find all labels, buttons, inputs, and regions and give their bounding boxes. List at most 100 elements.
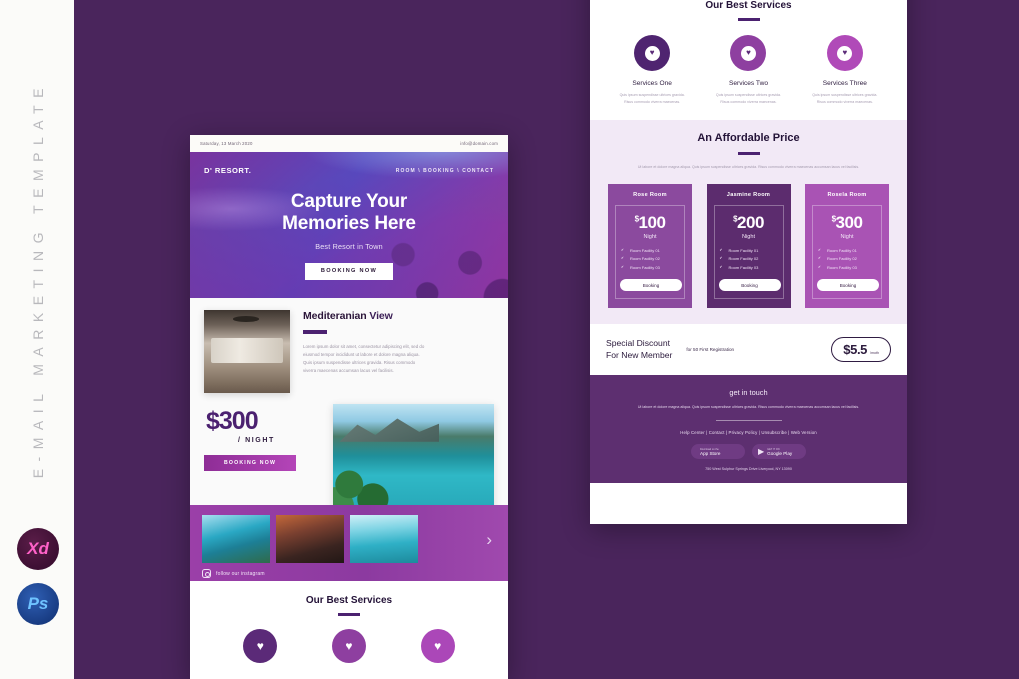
- service-desc-1: Quis ipsum suspendisse ultrices gravida.…: [619, 93, 685, 105]
- services-title: Our Best Services: [705, 0, 792, 11]
- discount-price-pill[interactable]: $5.5 /moth: [831, 337, 891, 363]
- discount-registration-note: for 50 First Registration: [686, 347, 735, 353]
- discount-heading: Special Discount For New Member: [606, 338, 672, 361]
- feature-title-light: View: [369, 310, 393, 322]
- hero-title-line2: Memories Here: [282, 213, 416, 235]
- plan-booking-button-3[interactable]: Booking: [817, 279, 879, 292]
- plan-feature: Room Facility 02: [719, 255, 779, 263]
- plan-feature: Room Facility 03: [620, 264, 680, 272]
- plan-amount-1: $100: [620, 214, 680, 231]
- plan-name-1: Rose Room: [633, 191, 667, 198]
- footer-links[interactable]: Help Center | Contact | Privacy Policy |…: [590, 430, 907, 435]
- service-name-2: Services Two: [728, 80, 769, 88]
- gallery-next-arrow-icon[interactable]: ›: [486, 531, 492, 548]
- topbar-date: Saturday, 13 March 2020: [200, 141, 253, 146]
- instagram-follow[interactable]: follow our instagram: [202, 569, 496, 578]
- adobe-xd-label: Xd: [27, 539, 49, 558]
- adobe-photoshop-label: Ps: [27, 594, 49, 613]
- app-store-big: App Store: [700, 450, 721, 456]
- services-section: Our Best Services ♥ Services One Quis ip…: [590, 0, 907, 121]
- heart-icon: ♥: [644, 45, 660, 61]
- play-triangle-icon: ▶: [758, 446, 765, 456]
- feature-body-text: Lorem ipsum dolor sit amet, consectetur …: [303, 343, 425, 373]
- plan-value-1: 100: [638, 212, 666, 232]
- instagram-icon: [202, 569, 211, 578]
- plan-feature: Room Facility 03: [817, 264, 877, 272]
- service-name-3: Services Three: [822, 80, 867, 88]
- vertical-title: E-MAIL MARKETING TEMPLATE: [0, 60, 76, 500]
- service-circle-3: ♥: [826, 35, 863, 72]
- service-card: ♥ Services Two Quis ipsum suspendisse ul…: [706, 35, 790, 106]
- plan-value-2: 200: [737, 212, 764, 232]
- brand-logo[interactable]: D' RESORT.: [204, 166, 251, 175]
- discount-section: Special Discount For New Member for 50 F…: [590, 324, 907, 376]
- instagram-label: follow our instagram: [216, 570, 265, 577]
- room-thumbnail-image: [204, 310, 290, 393]
- discount-price: $5.5: [843, 342, 867, 358]
- feature-title-bold: Mediteranian: [303, 310, 367, 322]
- footer-divider: [715, 420, 782, 422]
- plan-feature: Room Facility 02: [817, 255, 877, 263]
- google-play-badge[interactable]: ▶ GET IT ON Google Play: [752, 444, 806, 460]
- gallery-image-3[interactable]: [350, 515, 418, 563]
- plan-features-1: Room Facility 01 Room Facility 02 Room F…: [620, 247, 680, 272]
- hero-subtitle: Best Resort in Town: [315, 242, 383, 252]
- heart-icon: ♥: [837, 45, 853, 61]
- pricing-title: An Affordable Price: [697, 132, 800, 145]
- sidebar-strip: E-MAIL MARKETING TEMPLATE Xd Ps: [0, 0, 76, 679]
- plan-name-2: Jasmine Room: [726, 191, 771, 198]
- plan-feature: Room Facility 02: [620, 255, 680, 263]
- hero-banner: D' RESORT. ROOM \ BOOKING \ CONTACT Capt…: [190, 152, 508, 298]
- pricing-plan-jasmine: Jasmine Room $200 Night Room Facility 01…: [706, 183, 791, 309]
- left-services-section: Our Best Services ♥ ♥ ♥: [190, 581, 508, 664]
- plan-unit-3: Night: [840, 233, 854, 240]
- email-template-preview-left: Saturday, 13 March 2020 info@domain.com …: [190, 135, 508, 679]
- plan-amount-3: $300: [817, 214, 877, 231]
- left-services-divider: [338, 613, 360, 617]
- discount-heading-line1: Special Discount: [606, 338, 671, 349]
- feature-title: Mediteranian View: [303, 310, 427, 322]
- service-card: ♥ Services One Quis ipsum suspendisse ul…: [610, 35, 694, 106]
- google-play-big: Google Play: [767, 450, 793, 456]
- hero-navbar: D' RESORT. ROOM \ BOOKING \ CONTACT: [204, 152, 494, 175]
- adobe-xd-icon: Xd: [17, 528, 59, 570]
- plan-name-3: Rosela Room: [827, 191, 867, 198]
- plan-unit-1: Night: [643, 233, 657, 240]
- footer-address: 750 West Sulphur Springs Drive Liverpool…: [705, 467, 792, 472]
- hero-title-line1: Capture Your: [290, 191, 408, 212]
- plan-feature: Room Facility 01: [817, 247, 877, 255]
- plan-booking-button-2[interactable]: Booking: [718, 279, 781, 292]
- plan-value-3: 300: [835, 212, 863, 232]
- app-store-badge[interactable]: Download on the App Store: [691, 444, 745, 460]
- feature-booking-button[interactable]: BOOKING NOW: [204, 455, 296, 471]
- footer-lead-text: Ut labore et dolore magna aliqua. Quis i…: [637, 405, 860, 410]
- pricing-subtitle: Ut labore et dolore magna aliqua. Quis i…: [637, 165, 860, 170]
- service-card: ♥ Services Three Quis ipsum suspendisse …: [803, 35, 887, 106]
- email-topbar: Saturday, 13 March 2020 info@domain.com: [190, 135, 508, 152]
- left-services-title: Our Best Services: [305, 595, 393, 606]
- pricing-plan-rose: Rose Room $100 Night Room Facility 01 Ro…: [608, 183, 692, 309]
- pricing-plan-rosela: Rosela Room $300 Night Room Facility 01 …: [805, 183, 889, 309]
- plan-booking-button-1[interactable]: Booking: [620, 279, 682, 292]
- plan-feature: Room Facility 01: [719, 247, 779, 255]
- service-name-1: Services One: [632, 80, 672, 88]
- service-desc-3: Quis ipsum suspendisse ultrices gravida.…: [812, 93, 878, 105]
- plan-feature: Room Facility 03: [719, 264, 779, 272]
- service-desc-2: Quis ipsum suspendisse ultrices gravida.…: [715, 93, 782, 105]
- pool-resort-image: [333, 404, 494, 512]
- pricing-section: An Affordable Price Ut labore et dolore …: [590, 120, 907, 325]
- gallery-image-2[interactable]: [276, 515, 344, 563]
- left-service-circle-1: ♥: [243, 629, 278, 664]
- feature-section: Mediteranian View Lorem ipsum dolor sit …: [190, 298, 508, 512]
- left-service-circle-2: ♥: [331, 629, 366, 664]
- footer-title: get in touch: [729, 388, 768, 398]
- instagram-gallery: › follow our instagram: [190, 505, 508, 581]
- plan-feature: Room Facility 01: [620, 247, 680, 255]
- discount-period: /moth: [870, 351, 879, 356]
- hero-nav-links[interactable]: ROOM \ BOOKING \ CONTACT: [396, 168, 494, 174]
- discount-heading-line2: For New Member: [606, 349, 673, 360]
- hero-booking-button[interactable]: BOOKING NOW: [305, 263, 393, 281]
- services-divider: [737, 18, 760, 22]
- gallery-image-1[interactable]: [202, 515, 270, 563]
- plan-features-3: Room Facility 01 Room Facility 02 Room F…: [817, 247, 877, 272]
